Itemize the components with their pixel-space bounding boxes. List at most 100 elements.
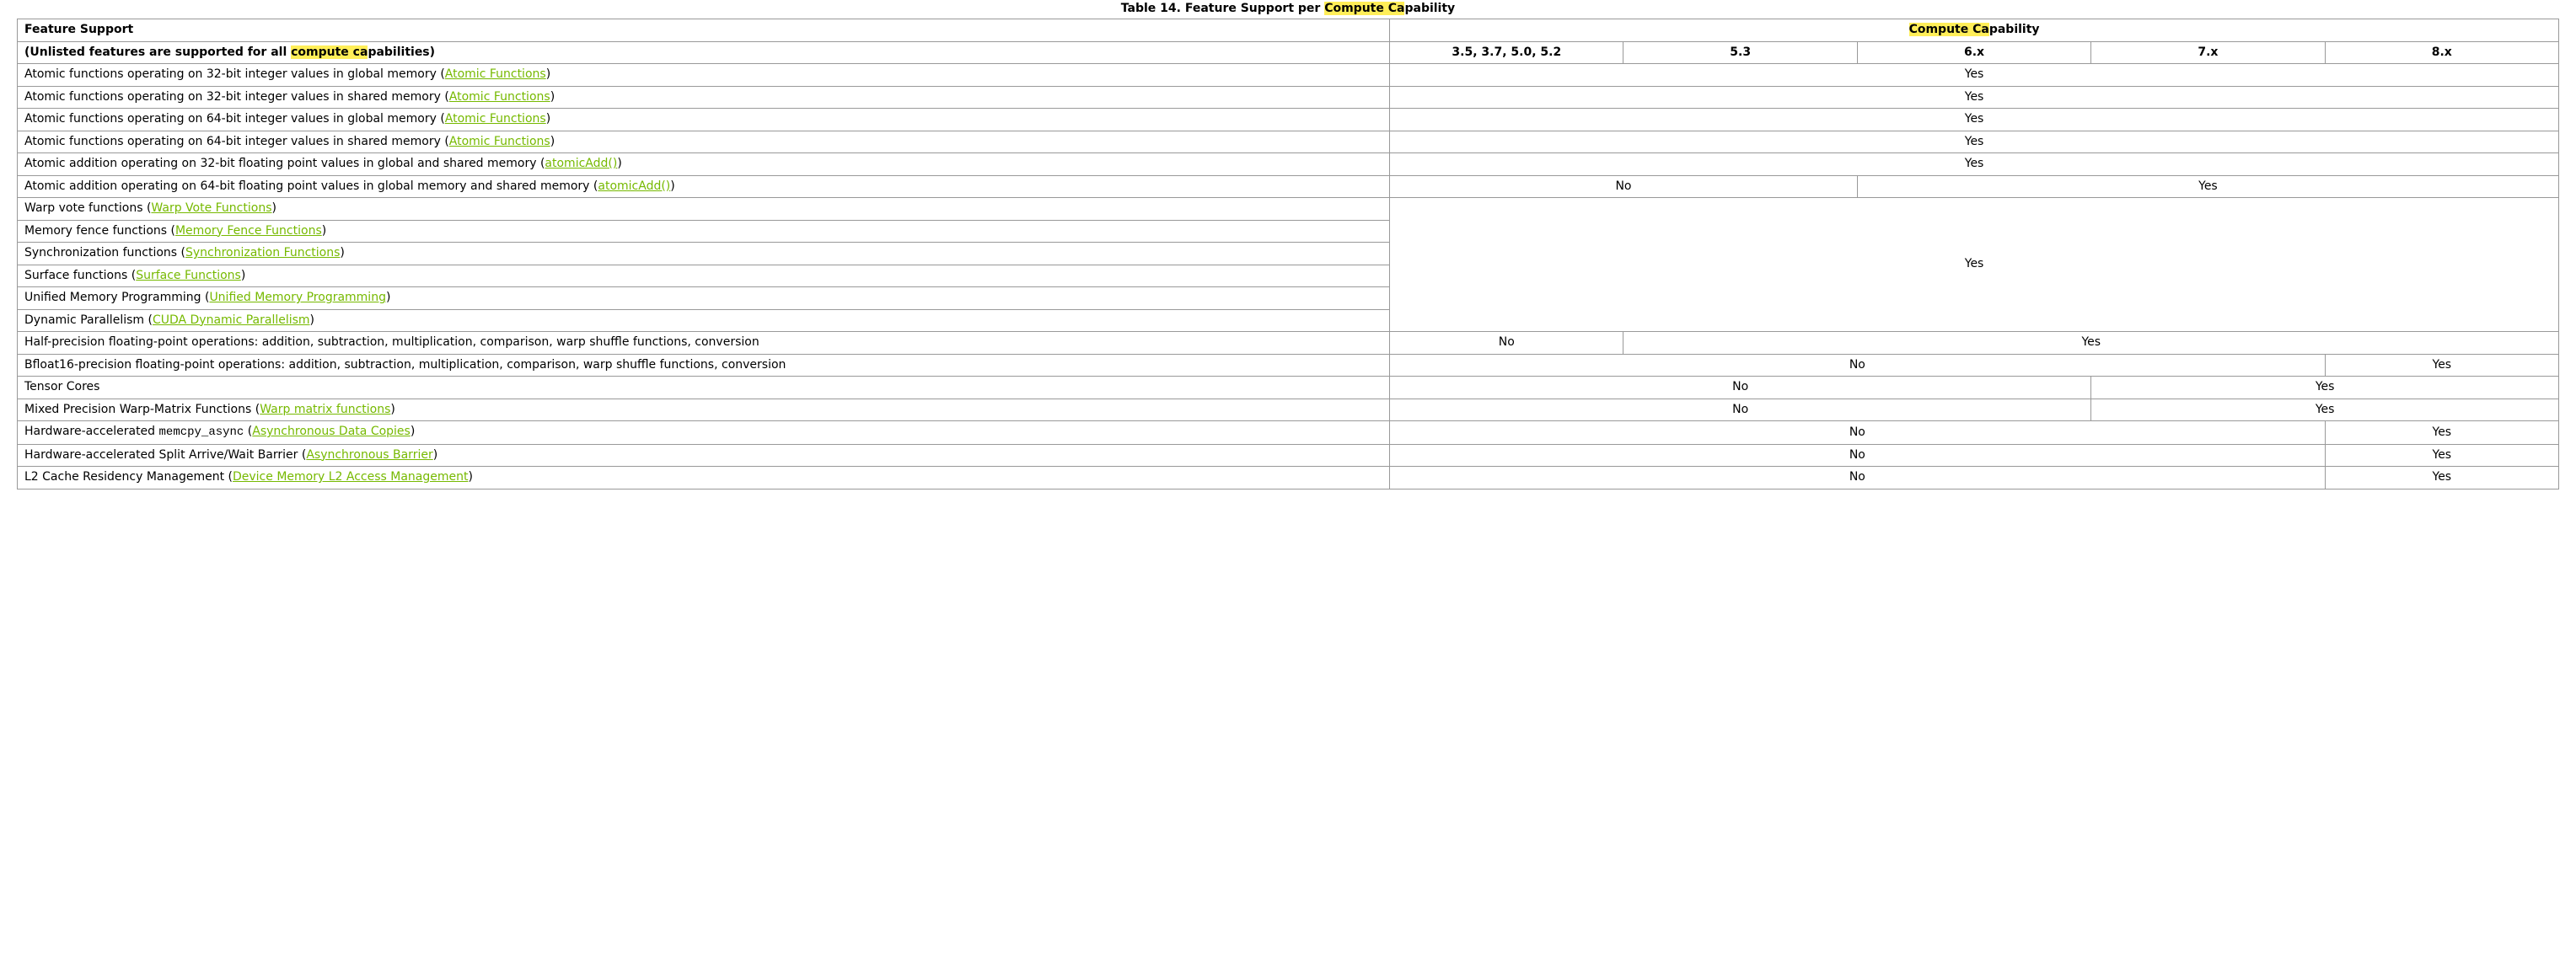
feature-text: L2 Cache Residency Management ( [24,470,233,484]
value-cell: Yes [1390,198,2559,332]
value-cell: Yes [1390,153,2559,176]
feature-cell: Atomic functions operating on 32-bit int… [18,86,1390,109]
header-row-2: (Unlisted features are supported for all… [18,41,2559,64]
value-cell: No [1390,399,2091,421]
table-row: Hardware-accelerated memcpy_async (Async… [18,421,2559,445]
link-synchronization-functions[interactable]: Synchronization Functions [185,246,340,259]
caption-highlight: Compute Ca [1324,2,1404,15]
feature-text: Atomic functions operating on 32-bit int… [24,67,445,81]
value-cell: No [1390,332,1623,355]
link-surface-functions[interactable]: Surface Functions [136,269,241,282]
value-cell: Yes [2325,467,2558,490]
feature-text: ) [386,291,390,304]
table-row: Half-precision floating-point operations… [18,332,2559,355]
value-cell: Yes [2325,421,2558,445]
table-row: Warp vote functions (Warp Vote Functions… [18,198,2559,221]
feature-cell: Atomic functions operating on 32-bit int… [18,64,1390,87]
value-cell: Yes [1390,109,2559,131]
table-row: Atomic functions operating on 32-bit int… [18,64,2559,87]
feature-text: ( [244,425,252,438]
link-cuda-dynamic-parallelism[interactable]: CUDA Dynamic Parallelism [153,313,310,327]
feature-cell: Unified Memory Programming (Unified Memo… [18,287,1390,310]
table-row: Tensor Cores No Yes [18,377,2559,399]
feature-text: ) [550,90,555,104]
feature-cell: Atomic addition operating on 64-bit floa… [18,175,1390,198]
col-cc-4: 8.x [2325,41,2558,64]
feature-cell: Bfloat16-precision floating-point operat… [18,354,1390,377]
feature-text: ) [322,224,326,238]
link-device-memory-l2-access-management[interactable]: Device Memory L2 Access Management [233,470,468,484]
feature-text: ) [617,157,621,170]
feature-cell: Mixed Precision Warp-Matrix Functions (W… [18,399,1390,421]
link-atomicadd[interactable]: atomicAdd() [545,157,617,170]
value-cell: Yes [2325,354,2558,377]
value-cell: Yes [1857,175,2558,198]
table-row: Atomic addition operating on 64-bit floa… [18,175,2559,198]
table-row: Atomic addition operating on 32-bit floa… [18,153,2559,176]
feature-text: Atomic functions operating on 64-bit int… [24,112,445,126]
value-cell: Yes [1390,64,2559,87]
col-cc-0: 3.5, 3.7, 5.0, 5.2 [1390,41,1623,64]
feature-cell: Atomic functions operating on 64-bit int… [18,109,1390,131]
link-atomic-functions[interactable]: Atomic Functions [445,112,546,126]
link-atomic-functions[interactable]: Atomic Functions [449,135,550,148]
link-warp-matrix-functions[interactable]: Warp matrix functions [260,403,390,416]
feature-text: Atomic functions operating on 64-bit int… [24,135,449,148]
link-warp-vote-functions[interactable]: Warp Vote Functions [151,201,271,215]
code-memcpy-async: memcpy_async [159,425,244,439]
feature-cell: Atomic functions operating on 64-bit int… [18,131,1390,153]
feature-text: ) [390,403,394,416]
table-row: L2 Cache Residency Management (Device Me… [18,467,2559,490]
unlisted-post: pabilities) [368,45,435,59]
feature-text: Dynamic Parallelism ( [24,313,153,327]
value-cell: Yes [1390,131,2559,153]
header-cc-highlight: Compute Ca [1909,23,1989,36]
table-row: Bfloat16-precision floating-point operat… [18,354,2559,377]
feature-cell: Surface functions (Surface Functions) [18,265,1390,287]
link-memory-fence-functions[interactable]: Memory Fence Functions [175,224,322,238]
feature-cell: Half-precision floating-point operations… [18,332,1390,355]
link-asynchronous-barrier[interactable]: Asynchronous Barrier [306,448,432,462]
link-atomic-functions[interactable]: Atomic Functions [445,67,546,81]
header-unlisted-note: (Unlisted features are supported for all… [18,41,1390,64]
feature-cell: Memory fence functions (Memory Fence Fun… [18,220,1390,243]
unlisted-pre: (Unlisted features are supported for all [24,45,291,59]
feature-text: Mixed Precision Warp-Matrix Functions ( [24,403,260,416]
feature-cell: Atomic addition operating on 32-bit floa… [18,153,1390,176]
value-cell: Yes [1623,332,2559,355]
unlisted-highlight: compute ca [291,45,368,59]
link-unified-memory-programming[interactable]: Unified Memory Programming [209,291,386,304]
link-asynchronous-data-copies[interactable]: Asynchronous Data Copies [252,425,411,438]
header-cc-suffix: pability [1989,23,2040,36]
link-atomic-functions[interactable]: Atomic Functions [449,90,550,104]
feature-text: Unified Memory Programming ( [24,291,209,304]
value-cell: Yes [2091,377,2559,399]
link-atomicadd[interactable]: atomicAdd() [598,179,670,193]
feature-text: ) [310,313,314,327]
feature-text: ) [272,201,276,215]
value-cell: No [1390,175,1858,198]
feature-text: ) [433,448,437,462]
table-row: Atomic functions operating on 64-bit int… [18,109,2559,131]
value-cell: No [1390,467,2326,490]
feature-cell: L2 Cache Residency Management (Device Me… [18,467,1390,490]
header-row-1: Feature Support Compute Capability [18,19,2559,42]
feature-cell: Dynamic Parallelism (CUDA Dynamic Parall… [18,309,1390,332]
feature-cell: Hardware-accelerated Split Arrive/Wait B… [18,444,1390,467]
table-row: Atomic functions operating on 32-bit int… [18,86,2559,109]
value-cell: No [1390,444,2326,467]
table-caption: Table 14. Feature Support per Compute Ca… [17,0,2559,19]
feature-text: Atomic addition operating on 64-bit floa… [24,179,598,193]
feature-cell: Warp vote functions (Warp Vote Functions… [18,198,1390,221]
feature-text: Atomic functions operating on 32-bit int… [24,90,449,104]
table-row: Atomic functions operating on 64-bit int… [18,131,2559,153]
feature-text: Hardware-accelerated Split Arrive/Wait B… [24,448,306,462]
col-cc-3: 7.x [2091,41,2325,64]
feature-text: ) [546,112,550,126]
feature-text: ) [670,179,674,193]
feature-text: Warp vote functions ( [24,201,151,215]
feature-text: ) [550,135,555,148]
caption-suffix: pability [1404,2,1455,15]
value-cell: Yes [1390,86,2559,109]
feature-text: ) [411,425,415,438]
